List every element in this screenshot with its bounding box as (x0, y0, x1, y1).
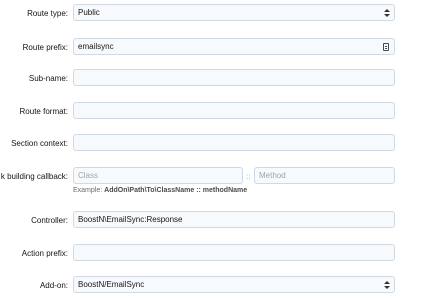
callback-method-placeholder: Method (259, 171, 286, 180)
route-prefix-value: emailsync (78, 42, 114, 51)
keyboard-icon (383, 43, 389, 51)
callback-class-placeholder: Class (78, 171, 99, 180)
controller-value: BoostN\EmailSync:Response (78, 215, 183, 224)
action-prefix-label: Action prefix: (21, 249, 68, 258)
link-callback-label: k building callback: (0, 172, 68, 181)
controller-label: Controller: (31, 216, 68, 225)
callback-example: Example: AddOn\Path\To\ClassName :: meth… (73, 187, 247, 194)
add-on-value: BoostN/EmailSync (78, 280, 145, 289)
callback-example-prefix: Example: (73, 187, 103, 194)
sub-name-label: Sub-name: (28, 74, 68, 83)
route-type-select[interactable]: Public (73, 4, 395, 21)
route-type-label: Route type: (27, 9, 68, 18)
route-type-value: Public (78, 8, 100, 17)
callback-method-input[interactable]: Method (254, 167, 395, 184)
sub-name-input[interactable] (73, 69, 395, 86)
route-format-label: Route format: (19, 107, 68, 116)
controller-input[interactable]: BoostN\EmailSync:Response (73, 211, 395, 228)
section-context-label: Section context: (11, 139, 68, 148)
route-format-input[interactable] (73, 102, 395, 119)
add-on-select[interactable]: BoostN/EmailSync (73, 276, 395, 293)
callback-example-value: AddOn\Path\To\ClassName :: methodName (104, 187, 248, 194)
action-prefix-input[interactable] (73, 244, 395, 261)
section-context-input[interactable] (73, 134, 395, 151)
route-prefix-label: Route prefix: (22, 43, 68, 52)
callback-separator: :: (246, 172, 251, 181)
up-down-caret-icon (384, 9, 390, 17)
callback-class-input[interactable]: Class (73, 167, 243, 184)
up-down-caret-icon (384, 281, 390, 289)
add-on-label: Add-on: (39, 281, 68, 290)
route-prefix-input[interactable]: emailsync (73, 38, 395, 55)
